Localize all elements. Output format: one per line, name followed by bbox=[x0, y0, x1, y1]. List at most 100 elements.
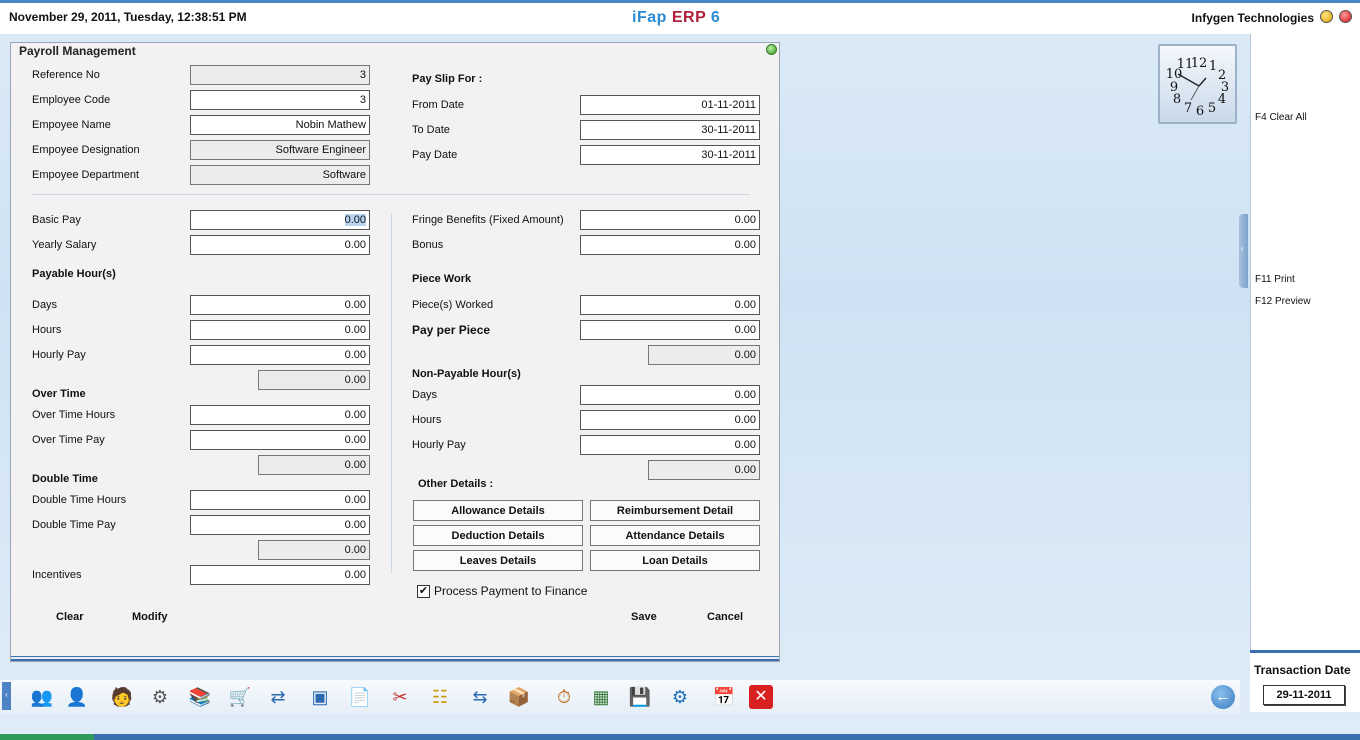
settings-icon[interactable]: ⚙ bbox=[668, 685, 692, 709]
payable-hours-heading: Payable Hour(s) bbox=[32, 268, 116, 280]
double-time-hours-label: Double Time Hours bbox=[32, 494, 127, 506]
employee-code-field[interactable]: 3 bbox=[190, 90, 370, 110]
np-hours-label: Hours bbox=[412, 414, 442, 426]
from-date-field[interactable]: 01-11-2011 bbox=[580, 95, 760, 115]
double-time-total-field[interactable]: 0.00 bbox=[258, 540, 370, 560]
svg-text:7: 7 bbox=[1184, 101, 1192, 116]
current-datetime: November 29, 2011, Tuesday, 12:38:51 PM bbox=[9, 10, 247, 24]
designation-field[interactable]: Software Engineer bbox=[190, 140, 370, 160]
timer-icon[interactable]: ⏱ bbox=[552, 685, 576, 709]
allowance-details-button[interactable]: Allowance Details bbox=[413, 500, 583, 521]
pieces-worked-field[interactable]: 0.00 bbox=[580, 295, 760, 315]
save-icon[interactable]: 💾 bbox=[628, 685, 652, 709]
f11-print[interactable]: F11 Print bbox=[1255, 274, 1295, 285]
days-field[interactable]: 0.00 bbox=[190, 295, 370, 315]
employee-name-field[interactable]: Nobin Mathew bbox=[190, 115, 370, 135]
window-icon[interactable]: ▣ bbox=[308, 685, 332, 709]
yearly-salary-field[interactable]: 0.00 bbox=[190, 235, 370, 255]
process-payment-checkbox[interactable]: ✔ bbox=[417, 585, 430, 598]
payroll-panel: Payroll Management Reference No 3 Employ… bbox=[10, 42, 780, 662]
overtime-pay-field[interactable]: 0.00 bbox=[190, 430, 370, 450]
side-panel-handle[interactable]: ‹ bbox=[1239, 214, 1248, 288]
hourly-pay-label: Hourly Pay bbox=[32, 349, 86, 361]
basic-pay-field[interactable]: 0.00 bbox=[190, 210, 370, 230]
payable-total-field[interactable]: 0.00 bbox=[258, 370, 370, 390]
user-icon[interactable]: 👤 bbox=[65, 685, 89, 709]
people-icon[interactable]: 👥 bbox=[30, 685, 54, 709]
svg-text:5: 5 bbox=[1208, 101, 1216, 116]
svg-text:9: 9 bbox=[1170, 80, 1178, 95]
close-icon[interactable] bbox=[1339, 10, 1352, 23]
top-bar: November 29, 2011, Tuesday, 12:38:51 PM … bbox=[0, 0, 1360, 34]
double-time-pay-field[interactable]: 0.00 bbox=[190, 515, 370, 535]
employee-icon[interactable]: 🧑 bbox=[110, 685, 134, 709]
modify-button[interactable]: Modify bbox=[132, 611, 167, 623]
exit-icon[interactable]: ✕ bbox=[749, 685, 773, 709]
loan-details-button[interactable]: Loan Details bbox=[590, 550, 760, 571]
cancel-button[interactable]: Cancel bbox=[707, 611, 743, 623]
gears-icon[interactable]: ⚙ bbox=[148, 685, 172, 709]
piece-total-field[interactable]: 0.00 bbox=[648, 345, 760, 365]
attendance-details-button[interactable]: Attendance Details bbox=[590, 525, 760, 546]
yearly-salary-label: Yearly Salary bbox=[32, 239, 97, 251]
hierarchy-icon[interactable]: ☷ bbox=[428, 685, 452, 709]
tools-icon[interactable]: ✂ bbox=[388, 685, 412, 709]
leaves-details-button[interactable]: Leaves Details bbox=[413, 550, 583, 571]
toolbar-scroll-left-icon[interactable]: ‹ bbox=[2, 682, 11, 710]
pay-date-label: Pay Date bbox=[412, 149, 458, 161]
np-days-field[interactable]: 0.00 bbox=[580, 385, 760, 405]
deduction-details-button[interactable]: Deduction Details bbox=[413, 525, 583, 546]
overtime-pay-label: Over Time Pay bbox=[32, 434, 105, 446]
incentives-field[interactable]: 0.00 bbox=[190, 565, 370, 585]
transfer-icon[interactable]: ⇄ bbox=[266, 685, 290, 709]
books-icon[interactable]: 📚 bbox=[188, 685, 212, 709]
f4-clear-all[interactable]: F4 Clear All bbox=[1255, 112, 1307, 123]
bottom-toolbar: ‹ 👥 👤 🧑 ⚙ 📚 🛒 ⇄ ▣ 📄 ✂ ☷ ⇆ 📦 ⏱ ▦ 💾 ⚙ 📅 ✕ … bbox=[0, 680, 1240, 714]
np-hourly-pay-field[interactable]: 0.00 bbox=[580, 435, 760, 455]
incentives-label: Incentives bbox=[32, 569, 82, 581]
document-icon[interactable]: 📄 bbox=[348, 685, 372, 709]
chevron-left-icon: ‹ bbox=[1241, 244, 1244, 253]
calculator-sheet-icon[interactable]: ▦ bbox=[589, 685, 613, 709]
to-date-field[interactable]: 30-11-2011 bbox=[580, 120, 760, 140]
reference-no-label: Reference No bbox=[32, 69, 100, 81]
svg-text:11: 11 bbox=[1177, 57, 1194, 72]
section-divider bbox=[31, 194, 750, 195]
bonus-label: Bonus bbox=[412, 239, 444, 251]
hours-field[interactable]: 0.00 bbox=[190, 320, 370, 340]
reimbursement-detail-button[interactable]: Reimbursement Detail bbox=[590, 500, 760, 521]
transaction-date-box: Transaction Date 29-11-2011 bbox=[1250, 650, 1360, 712]
overtime-total-field[interactable]: 0.00 bbox=[258, 455, 370, 475]
reference-no-field[interactable]: 3 bbox=[190, 65, 370, 85]
overtime-hours-label: Over Time Hours bbox=[32, 409, 116, 421]
panel-status-icon[interactable] bbox=[766, 44, 777, 55]
cart-icon[interactable]: 🛒 bbox=[228, 685, 252, 709]
payslip-heading: Pay Slip For : bbox=[412, 73, 483, 85]
np-total-field[interactable]: 0.00 bbox=[648, 460, 760, 480]
pay-date-field[interactable]: 30-11-2011 bbox=[580, 145, 760, 165]
from-date-label: From Date bbox=[412, 99, 464, 111]
employee-name-label: Empoyee Name bbox=[32, 119, 111, 131]
np-hourly-pay-label: Hourly Pay bbox=[412, 439, 466, 451]
app-brand: iFap ERP 6 bbox=[632, 9, 720, 27]
double-time-hours-field[interactable]: 0.00 bbox=[190, 490, 370, 510]
save-button[interactable]: Save bbox=[631, 611, 657, 623]
hourly-pay-field[interactable]: 0.00 bbox=[190, 345, 370, 365]
fringe-benefits-field[interactable]: 0.00 bbox=[580, 210, 760, 230]
pay-per-piece-field[interactable]: 0.00 bbox=[580, 320, 760, 340]
calendar-icon[interactable]: 📅 bbox=[712, 685, 736, 709]
department-field[interactable]: Software bbox=[190, 165, 370, 185]
np-hours-field[interactable]: 0.00 bbox=[580, 410, 760, 430]
basic-pay-value: 0.00 bbox=[344, 214, 366, 226]
package-icon[interactable]: 📦 bbox=[507, 685, 531, 709]
transaction-date-field[interactable]: 29-11-2011 bbox=[1263, 685, 1345, 705]
svg-text:6: 6 bbox=[1196, 104, 1204, 119]
overtime-hours-field[interactable]: 0.00 bbox=[190, 405, 370, 425]
clear-button[interactable]: Clear bbox=[56, 611, 84, 623]
f12-preview[interactable]: F12 Preview bbox=[1255, 296, 1311, 307]
exchange-icon[interactable]: ⇆ bbox=[468, 685, 492, 709]
back-arrow-icon[interactable]: ← bbox=[1211, 685, 1235, 709]
minimize-icon[interactable] bbox=[1320, 10, 1333, 23]
fringe-benefits-label: Fringe Benefits (Fixed Amount) bbox=[412, 214, 564, 226]
bonus-field[interactable]: 0.00 bbox=[580, 235, 760, 255]
